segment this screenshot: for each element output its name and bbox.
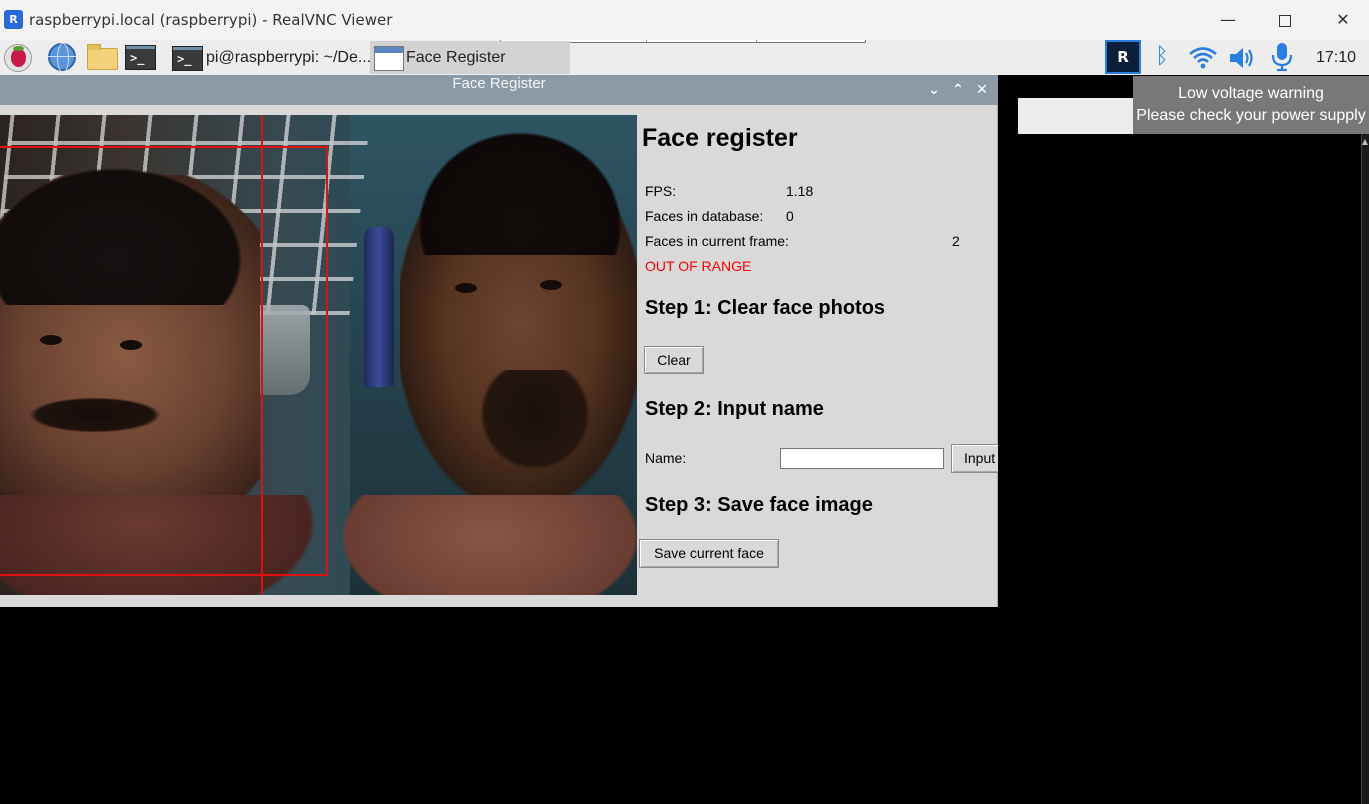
terminal-launcher-button[interactable]: >_ bbox=[125, 43, 157, 73]
taskbar-item-terminal[interactable]: >_ pi@raspberrypi: ~/De... bbox=[170, 42, 372, 74]
bluetooth-icon[interactable]: ᛒ bbox=[1152, 44, 1172, 70]
globe-icon bbox=[48, 43, 76, 73]
faces-in-frame-label: Faces in current frame: bbox=[645, 233, 789, 249]
register-panel: Face register FPS: 1.18 Faces in databas… bbox=[637, 115, 1011, 605]
vnc-titlebar: R raspberrypi.local (raspberrypi) - Real… bbox=[0, 0, 1369, 40]
fps-label: FPS: bbox=[645, 183, 677, 199]
save-current-face-button[interactable]: Save current face bbox=[639, 539, 779, 568]
app-window-title: Face Register bbox=[452, 75, 546, 92]
file-manager-launcher-button[interactable] bbox=[86, 43, 118, 73]
terminal-icon: >_ bbox=[172, 46, 203, 71]
name-input[interactable] bbox=[780, 448, 944, 469]
taskbar-item-label: pi@raspberrypi: ~/De... bbox=[206, 49, 372, 66]
volume-icon[interactable] bbox=[1228, 46, 1258, 70]
name-label: Name: bbox=[645, 450, 687, 466]
faces-in-frame-value: 2 bbox=[952, 233, 960, 249]
fps-value: 1.18 bbox=[786, 183, 814, 199]
taskbar-item-face-register[interactable]: Face Register bbox=[370, 41, 570, 74]
camera-feed bbox=[0, 115, 637, 595]
face-detection-box bbox=[0, 146, 328, 576]
faces-in-database-value: 0 bbox=[786, 208, 794, 224]
panel-title: Face register bbox=[642, 124, 798, 152]
raspberry-menu-button[interactable] bbox=[2, 43, 34, 73]
faces-in-database-label: Faces in database: bbox=[645, 208, 764, 224]
background-window-fragment bbox=[998, 98, 1133, 134]
scroll-up-icon[interactable]: ▲ bbox=[1361, 136, 1369, 148]
notification-body: Please check your power supply bbox=[1136, 107, 1366, 124]
background-scrollbar[interactable] bbox=[1361, 134, 1369, 804]
out-of-range-warning: OUT OF RANGE bbox=[645, 258, 752, 274]
window-icon bbox=[374, 46, 404, 71]
realvnc-logo-icon: R bbox=[4, 10, 23, 29]
face-detection-box bbox=[261, 115, 263, 595]
vnc-minimize-button[interactable]: — bbox=[1205, 5, 1251, 35]
app-titlebar[interactable]: Face Register ⌄ ⌃ ✕ bbox=[0, 75, 998, 105]
maximize-icon bbox=[1279, 14, 1291, 27]
app-minimize-button[interactable]: ⌄ bbox=[925, 81, 943, 99]
low-voltage-notification[interactable]: Low voltage warning Please check your po… bbox=[1133, 76, 1369, 134]
clear-button[interactable]: Clear bbox=[644, 346, 704, 374]
step2-heading: Step 2: Input name bbox=[645, 398, 824, 420]
face-register-window: Face Register ⌄ ⌃ ✕ Face register FPS: 1… bbox=[0, 75, 1011, 607]
vnc-maximize-button[interactable] bbox=[1262, 5, 1308, 35]
taskbar-item-label: Face Register bbox=[406, 49, 506, 66]
step1-heading: Step 1: Clear face photos bbox=[645, 297, 886, 319]
terminal-icon: >_ bbox=[125, 45, 156, 70]
app-close-button[interactable]: ✕ bbox=[973, 81, 991, 99]
app-maximize-button[interactable]: ⌃ bbox=[949, 81, 967, 99]
microphone-icon[interactable] bbox=[1270, 42, 1294, 72]
browser-launcher-button[interactable] bbox=[47, 43, 79, 73]
remote-desktop[interactable]: >_ >_ pi@raspberrypi: ~/De... Face Regis… bbox=[0, 40, 1369, 804]
notification-title: Low voltage warning bbox=[1178, 85, 1324, 102]
taskbar-clock[interactable]: 17:10 bbox=[1316, 49, 1356, 67]
vnc-window-title: raspberrypi.local (raspberrypi) - RealVN… bbox=[29, 11, 393, 29]
step3-heading: Step 3: Save face image bbox=[645, 494, 873, 516]
vnc-close-button[interactable]: ✕ bbox=[1320, 5, 1366, 35]
wifi-icon[interactable] bbox=[1188, 45, 1218, 71]
vnc-server-tray-icon[interactable]: R bbox=[1105, 40, 1141, 74]
folder-icon bbox=[87, 44, 118, 70]
rpi-taskbar: >_ >_ pi@raspberrypi: ~/De... Face Regis… bbox=[0, 40, 1369, 75]
